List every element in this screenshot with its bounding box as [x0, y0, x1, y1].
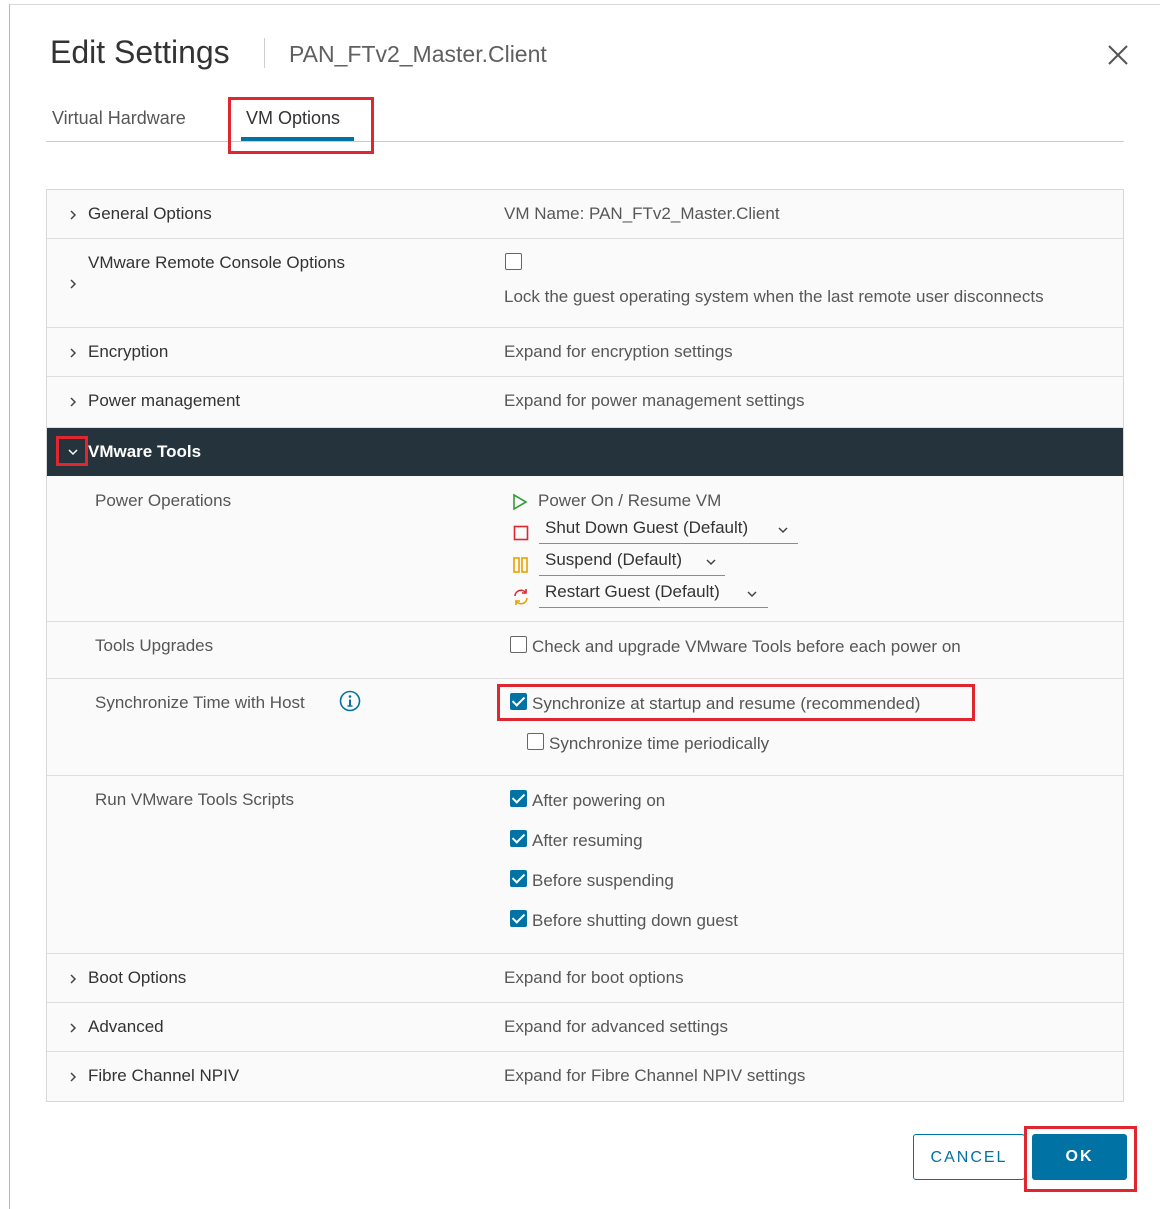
restart-dropdown[interactable]: Restart Guest (Default)	[539, 580, 768, 608]
ok-button[interactable]: OK	[1032, 1134, 1127, 1180]
play-icon	[513, 493, 528, 511]
chevron-right-icon[interactable]	[67, 973, 79, 985]
section-encryption[interactable]: Encryption Expand for encryption setting…	[47, 328, 1123, 377]
section-value: Expand for Fibre Channel NPIV settings	[504, 1066, 806, 1085]
after-resume-checkbox[interactable]	[510, 830, 527, 847]
before-shutdown-label: Before shutting down guest	[532, 911, 739, 930]
dialog-title: Edit Settings	[50, 34, 230, 70]
chevron-down-icon[interactable]	[67, 446, 79, 458]
close-icon	[1108, 45, 1128, 65]
tools-upgrades-label: Tools Upgrades	[95, 636, 214, 655]
chevron-right-icon[interactable]	[67, 209, 79, 221]
tab-vm-options[interactable]: VM Options	[246, 108, 340, 129]
section-label: Boot Options	[88, 968, 187, 987]
tools-upgrade-option-label: Check and upgrade VMware Tools before ea…	[532, 637, 961, 656]
section-remote-console[interactable]: VMware Remote Console Options Lock the g…	[47, 239, 1123, 328]
restart-icon	[514, 589, 528, 605]
section-power-management[interactable]: Power management Expand for power manage…	[47, 377, 1123, 428]
chevron-right-icon[interactable]	[67, 347, 79, 359]
section-label: Encryption	[88, 342, 169, 361]
section-label: VMware Remote Console Options	[88, 253, 346, 272]
dropdown-caret-icon	[706, 559, 716, 566]
scripts-label: Run VMware Tools Scripts	[95, 790, 295, 809]
lock-guest-checkbox[interactable]	[505, 253, 522, 270]
tools-upgrade-checkbox[interactable]	[510, 636, 527, 653]
after-power-on-label: After powering on	[532, 791, 666, 810]
tab-bar: Virtual Hardware VM Options	[46, 100, 1124, 142]
after-resume-label: After resuming	[532, 831, 643, 850]
sync-periodic-label: Synchronize time periodically	[549, 734, 770, 753]
sync-periodic-checkbox[interactable]	[527, 733, 544, 750]
pause-icon	[513, 557, 528, 573]
dialog-subtitle: PAN_FTv2_Master.Client	[289, 41, 547, 67]
shutdown-dropdown[interactable]: Shut Down Guest (Default)	[539, 516, 798, 544]
section-label: VMware Tools	[88, 442, 202, 461]
dropdown-caret-icon	[778, 527, 788, 534]
title-separator	[264, 38, 265, 68]
sync-time-row: Synchronize Time with Host Synchronize a…	[47, 679, 1123, 776]
sync-time-label: Synchronize Time with Host	[95, 693, 305, 712]
sync-startup-checkbox[interactable]	[510, 693, 527, 710]
cancel-button[interactable]: CANCEL	[913, 1134, 1025, 1180]
suspend-dropdown-value: Suspend (Default)	[545, 550, 683, 569]
tab-virtual-hardware[interactable]: Virtual Hardware	[52, 108, 186, 129]
section-boot-options[interactable]: Boot Options Expand for boot options	[47, 954, 1123, 1003]
section-value: Expand for encryption settings	[504, 342, 733, 361]
active-tab-indicator	[241, 137, 354, 141]
close-button[interactable]	[1104, 41, 1132, 69]
section-value: Expand for power management settings	[504, 391, 805, 410]
before-suspend-checkbox[interactable]	[510, 870, 527, 887]
stop-icon	[513, 525, 529, 541]
info-icon[interactable]	[339, 690, 361, 712]
tools-upgrades-row: Tools Upgrades Check and upgrade VMware …	[47, 622, 1123, 679]
section-label: General Options	[88, 204, 212, 223]
section-label: Power management	[88, 391, 241, 410]
chevron-right-icon[interactable]	[67, 278, 79, 290]
lock-guest-label: Lock the guest operating system when the…	[504, 287, 1044, 306]
vm-name-value: VM Name: PAN_FTv2_Master.Client	[504, 204, 780, 223]
chevron-right-icon[interactable]	[67, 1071, 79, 1083]
sync-startup-label: Synchronize at startup and resume (recom…	[532, 694, 921, 713]
section-value: Expand for boot options	[504, 968, 684, 987]
power-operations-label: Power Operations	[95, 491, 232, 510]
suspend-dropdown[interactable]: Suspend (Default)	[539, 548, 725, 576]
settings-panel: General Options VM Name: PAN_FTv2_Master…	[46, 189, 1124, 1102]
section-vmware-tools-header[interactable]: VMware Tools	[47, 428, 1123, 476]
section-label: Fibre Channel NPIV	[88, 1066, 240, 1085]
section-value: Expand for advanced settings	[504, 1017, 728, 1036]
section-fibre-channel[interactable]: Fibre Channel NPIV Expand for Fibre Chan…	[47, 1052, 1123, 1101]
chevron-right-icon[interactable]	[67, 396, 79, 408]
power-operations-row: Power Operations Power On / Resume VM Sh…	[47, 476, 1123, 622]
after-power-on-checkbox[interactable]	[510, 790, 527, 807]
before-suspend-label: Before suspending	[532, 871, 674, 890]
restart-dropdown-value: Restart Guest (Default)	[545, 582, 720, 601]
scripts-row: Run VMware Tools Scripts After powering …	[47, 776, 1123, 954]
section-label: Advanced	[88, 1017, 164, 1036]
dropdown-caret-icon	[747, 591, 757, 598]
before-shutdown-checkbox[interactable]	[510, 910, 527, 927]
section-advanced[interactable]: Advanced Expand for advanced settings	[47, 1003, 1123, 1052]
shutdown-dropdown-value: Shut Down Guest (Default)	[545, 518, 749, 537]
section-general-options[interactable]: General Options VM Name: PAN_FTv2_Master…	[47, 190, 1123, 239]
chevron-right-icon[interactable]	[67, 1022, 79, 1034]
power-on-label: Power On / Resume VM	[538, 491, 722, 510]
